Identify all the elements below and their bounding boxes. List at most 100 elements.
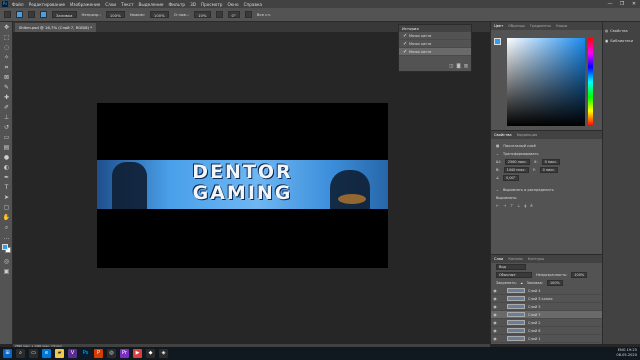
opacity-field[interactable]: 100%	[105, 11, 125, 18]
frame-tool-icon[interactable]: ⊠	[2, 74, 11, 82]
history-brush-icon[interactable]: ↺	[2, 124, 11, 132]
kind-filter-select[interactable]: Вид	[496, 264, 526, 270]
marquee-tool-icon[interactable]: ⬚	[2, 34, 11, 42]
menu-window[interactable]: Окно	[227, 2, 238, 7]
eye-icon[interactable]: ◉	[491, 312, 499, 317]
properties-collapsed[interactable]: ◍ Свойства	[603, 26, 640, 36]
layer-row[interactable]: ◉ Слой 3 копия	[491, 295, 603, 303]
width-field[interactable]: 2560 пикс.	[504, 159, 531, 165]
angle-field[interactable]: 0,00°	[503, 175, 520, 181]
menu-select[interactable]: Выделение	[139, 2, 164, 7]
more-tools-icon[interactable]: …	[2, 234, 11, 242]
all-layers-label[interactable]: Все сл.	[257, 12, 271, 17]
type-tool-icon[interactable]: T	[2, 184, 11, 192]
banner-image[interactable]: DENTOR GAMING	[97, 160, 388, 209]
media-icon[interactable]: ▶	[133, 349, 142, 358]
align-center-icon[interactable]: ⊣	[503, 204, 506, 208]
pen-tool-icon[interactable]: ✒	[2, 174, 11, 182]
tab-swatches[interactable]: Образцы	[508, 24, 525, 28]
layer-row-selected[interactable]: ◉ Слой 7	[491, 311, 603, 319]
align-middle-icon[interactable]: ╪	[524, 204, 526, 208]
edge-icon[interactable]: e	[42, 349, 51, 358]
menu-view[interactable]: Просмотр	[201, 2, 223, 7]
brush-tool-icon[interactable]: ✐	[2, 104, 11, 112]
tab-paths[interactable]: Контуры	[528, 257, 544, 261]
shape-tool-icon[interactable]: ▢	[2, 204, 11, 212]
lasso-tool-icon[interactable]: ◌	[2, 44, 11, 52]
chrome-icon[interactable]: ◎	[107, 349, 116, 358]
photoshop-taskbar-icon[interactable]: Ps	[81, 349, 90, 358]
tab-color[interactable]: Цвет	[494, 24, 503, 28]
search-icon[interactable]: ⌕	[16, 349, 25, 358]
language-indicator[interactable]: ENG	[618, 348, 626, 352]
history-item[interactable]: ✓ Мазок кисти	[399, 32, 471, 40]
brush-tool-icon[interactable]	[16, 11, 23, 18]
powerpoint-icon[interactable]: P	[94, 349, 103, 358]
angle-field[interactable]: 0°	[227, 11, 240, 18]
stamp-tool-icon[interactable]: ⊥	[2, 114, 11, 122]
eye-icon[interactable]: ◉	[491, 320, 499, 325]
foreground-color[interactable]	[494, 38, 501, 45]
document-tab[interactable]: Shikm.psd @ 16,7% (Слой 7, RGB/8) *	[15, 23, 97, 32]
hand-tool-icon[interactable]: ✋	[2, 214, 11, 222]
menu-text[interactable]: Текст	[121, 2, 133, 7]
foreground-color-swatch[interactable]	[2, 244, 8, 250]
zoom-tool-icon[interactable]: ⌕	[2, 224, 11, 232]
screen-mode-icon[interactable]: ▣	[2, 268, 11, 276]
layer-row[interactable]: ◉ Слой 4	[491, 287, 603, 295]
menu-help[interactable]: Справка	[244, 2, 262, 7]
eye-icon[interactable]: ◉	[491, 336, 499, 341]
move-tool-icon[interactable]: ✥	[2, 24, 11, 32]
libraries-collapsed[interactable]: ▣ Библиотеки	[603, 36, 640, 46]
menu-layers[interactable]: Слои	[105, 2, 116, 7]
maximize-button[interactable]: ❐	[616, 0, 628, 8]
start-icon[interactable]: ⊞	[3, 349, 12, 358]
history-item[interactable]: ✓ Мазок кисти	[399, 40, 471, 48]
camera-icon[interactable]: ◙	[456, 64, 460, 71]
folder-icon[interactable]: ▰	[55, 349, 64, 358]
height-field[interactable]: 1440 пикс.	[503, 167, 529, 173]
brush-settings-icon[interactable]	[40, 11, 47, 18]
eye-icon[interactable]: ◉	[491, 296, 499, 301]
tab-channels[interactable]: Каналы	[508, 257, 522, 261]
magic-wand-tool-icon[interactable]: ✧	[2, 54, 11, 62]
vs-icon[interactable]: V	[68, 349, 77, 358]
path-select-tool-icon[interactable]: ➤	[2, 194, 11, 202]
align-left-icon[interactable]: ⊢	[496, 204, 499, 208]
flow-field[interactable]: 100%	[149, 11, 169, 18]
x-field[interactable]: 0 пикс.	[541, 159, 561, 165]
tab-patterns[interactable]: Узоры	[556, 24, 567, 28]
align-right-icon[interactable]: ⊤	[510, 204, 513, 208]
dodge-tool-icon[interactable]: ◐	[2, 164, 11, 172]
tab-properties[interactable]: Свойства	[494, 133, 512, 137]
eyedropper-tool-icon[interactable]: ✎	[2, 84, 11, 92]
align-top-icon[interactable]: ⊥	[517, 204, 520, 208]
gear-icon[interactable]	[215, 11, 223, 18]
crop-tool-icon[interactable]: ⌗	[2, 64, 11, 72]
fill-field[interactable]: 100%	[547, 280, 564, 286]
align-bottom-icon[interactable]: ╧	[530, 204, 532, 208]
blur-tool-icon[interactable]: ●	[2, 154, 11, 162]
quick-mask-icon[interactable]: ◎	[2, 258, 11, 266]
eraser-tool-icon[interactable]: ▭	[2, 134, 11, 142]
photoshop-logo-icon[interactable]: Ps	[2, 1, 8, 7]
menu-filter[interactable]: Фильтр	[169, 2, 186, 7]
tab-layers[interactable]: Слои	[494, 257, 503, 261]
gradient-tool-icon[interactable]: ▤	[2, 144, 11, 152]
y-field[interactable]: 0 пикс.	[539, 167, 559, 173]
color-swatches[interactable]	[2, 244, 11, 256]
layer-opacity-field[interactable]: 100%	[571, 272, 588, 278]
minimize-button[interactable]: —	[604, 0, 616, 8]
eye-icon[interactable]: ◉	[491, 328, 499, 333]
eye-icon[interactable]: ◉	[491, 304, 499, 309]
home-icon[interactable]	[4, 11, 11, 18]
system-tray[interactable]: ENG 19:25 08.05.2020	[616, 348, 637, 358]
layer-row[interactable]: ◉ Слой 3	[491, 303, 603, 311]
color-picker-field[interactable]	[507, 38, 585, 126]
layer-row[interactable]: ◉ Слой 6	[491, 327, 603, 335]
tab-gradients[interactable]: Градиенты	[530, 24, 551, 28]
blend-mode-select[interactable]: Обычные	[496, 272, 532, 278]
history-panel-title[interactable]: История	[399, 25, 471, 32]
app-icon-2[interactable]: ◈	[159, 349, 168, 358]
eye-icon[interactable]: ◉	[491, 288, 499, 293]
